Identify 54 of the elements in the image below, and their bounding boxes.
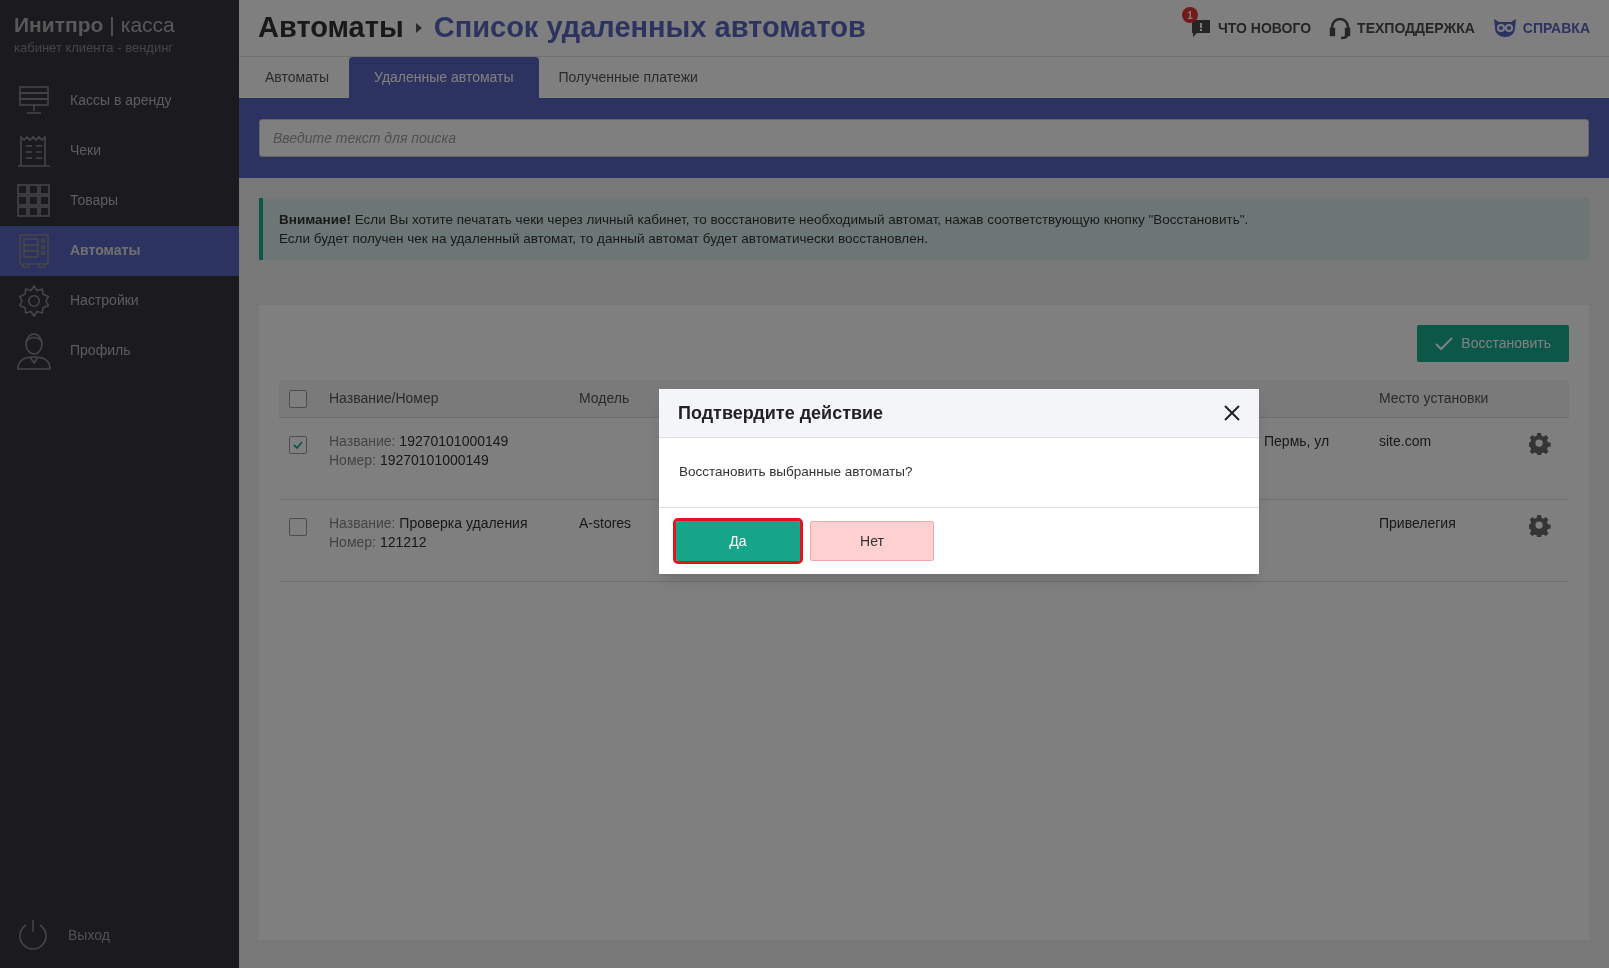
tab[interactable]: Удаленные автоматы [349, 57, 539, 98]
headset-icon [1329, 16, 1352, 40]
checkmark-icon [292, 439, 304, 451]
settings-icon[interactable] [1529, 515, 1551, 537]
table-cell-text: Номер: 19270101000149 [329, 451, 490, 470]
message-icon [1189, 17, 1212, 39]
table-cell: A-stores [579, 515, 632, 531]
brand-product: касса [120, 12, 175, 38]
row-checkbox[interactable] [289, 436, 307, 454]
row-checkbox[interactable] [289, 518, 307, 536]
column-header: Место установки [1379, 389, 1490, 408]
alert-text: Если будет получен чек на удаленный автомат, то данный автомат будет автоматически восстановлен. [279, 230, 929, 248]
tab[interactable]: Полученные платежи [540, 57, 716, 98]
brand-separator: | [109, 12, 115, 38]
table-cell-text: Название: Проверка удаления [329, 514, 529, 533]
table-cell-text: Название: 19270101000149 [329, 432, 510, 451]
notification-badge: 1 [1181, 7, 1198, 23]
sidebar-item[interactable]: Чеки [0, 125, 239, 176]
dialog-title: Подтвердите действие [678, 401, 884, 425]
table-cell-text: site.com [1379, 432, 1433, 451]
vending-machine-icon [18, 233, 50, 268]
alert-text: Внимание! Если Вы хотите печатать чеки через личный кабинет, то восстановите необходимый автомат, нажав соответствующую кнопку "Восстановить". [279, 211, 1250, 229]
grid-icon [17, 183, 51, 218]
breadcrumb-link[interactable]: Автоматы [258, 6, 404, 50]
sidebar-item[interactable]: Автоматы [0, 225, 239, 276]
cancel-button[interactable]: Нет [810, 521, 934, 561]
settings-icon[interactable] [1529, 433, 1551, 455]
page-title: Список удаленных автоматов [433, 10, 866, 46]
header-link[interactable]: ТЕХПОДДЕРЖКА [1329, 16, 1475, 40]
brand-name: Инитпро [14, 12, 104, 38]
breadcrumb-arrow-icon [415, 23, 422, 33]
receipt-icon [17, 133, 51, 168]
person-icon [16, 331, 52, 370]
settings-icon [16, 282, 52, 319]
tab[interactable]: Автоматы [247, 57, 348, 98]
close-button[interactable] [1224, 405, 1240, 421]
table-cell-text: Привелегия [1379, 514, 1457, 533]
column-header: Модель [579, 389, 631, 408]
select-all-checkbox[interactable] [289, 389, 307, 408]
confirm-button[interactable]: Да [676, 521, 800, 561]
sidebar-item[interactable]: Профиль [0, 325, 239, 376]
table-cell: Пермь, ул [1264, 433, 1330, 449]
sidebar-item[interactable]: Кассы в аренду [0, 75, 239, 126]
restore-button[interactable]: Восстановить [1417, 325, 1569, 362]
header-link[interactable]: СПРАВКА [1492, 17, 1590, 39]
dialog-message: Восстановить выбранные автоматы? [679, 463, 913, 482]
table-cell-text: Номер: 121212 [329, 533, 428, 552]
close-icon [1224, 405, 1240, 421]
column-header: Название/Номер [329, 389, 440, 408]
owl-icon [1492, 18, 1517, 38]
sidebar-item[interactable]: Товары [0, 175, 239, 226]
power-icon [16, 918, 50, 952]
server-icon [18, 84, 50, 117]
checkmark-icon [1435, 336, 1454, 351]
